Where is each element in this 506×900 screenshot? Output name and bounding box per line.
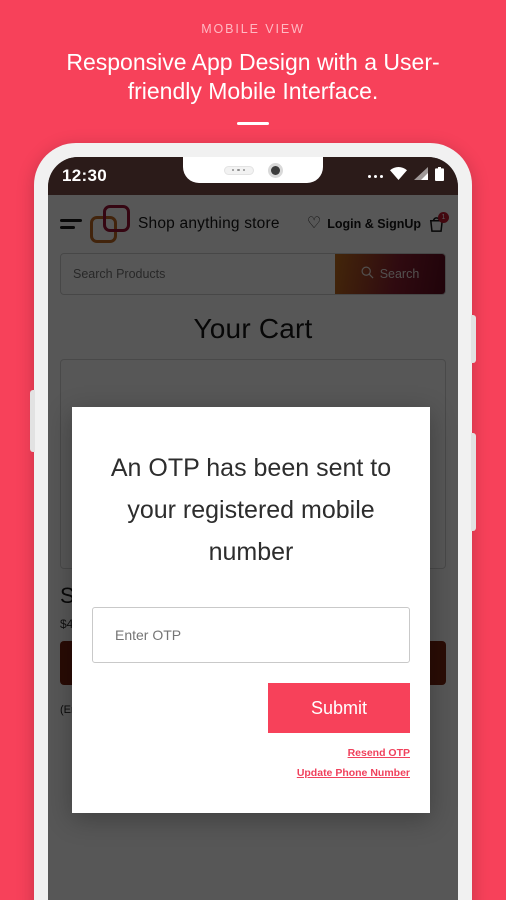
signal-icon: [414, 167, 428, 185]
battery-icon: [435, 166, 444, 186]
wifi-icon: [390, 167, 407, 185]
promo-eyebrow: MOBILE VIEW: [201, 22, 305, 36]
status-bar-icons: [368, 166, 444, 186]
volume-down-button[interactable]: [471, 433, 476, 531]
otp-modal: An OTP has been sent to your registered …: [72, 407, 430, 813]
phone-screen: 12:30 Search Products An OTP has been se…: [48, 157, 458, 900]
promo-title: Responsive App Design with a User-friend…: [66, 49, 440, 104]
otp-input[interactable]: [92, 607, 410, 663]
front-camera-icon: [267, 162, 283, 178]
status-bar: 12:30: [48, 157, 458, 195]
phone-notch: [183, 157, 323, 183]
resend-otp-link[interactable]: Resend OTP: [92, 747, 410, 759]
more-dots-icon: [368, 174, 383, 178]
promo-header: MOBILE VIEW Responsive App Design with a…: [0, 0, 506, 125]
power-button[interactable]: [471, 315, 476, 363]
app-content: Shop anything store ♡ Login & SignUp 1: [48, 195, 458, 900]
otp-modal-message: An OTP has been sent to your registered …: [110, 454, 392, 566]
phone-frame: 12:30 Search Products An OTP has been se…: [30, 143, 476, 900]
status-bar-time: 12:30: [62, 166, 107, 185]
speaker-icon: [223, 165, 254, 175]
volume-button[interactable]: [30, 390, 35, 452]
promo-divider: [237, 122, 269, 125]
modal-links: Resend OTP Update Phone Number: [92, 747, 410, 779]
submit-row: Submit: [92, 683, 410, 733]
update-phone-number-link[interactable]: Update Phone Number: [92, 767, 410, 779]
submit-button[interactable]: Submit: [268, 683, 410, 733]
